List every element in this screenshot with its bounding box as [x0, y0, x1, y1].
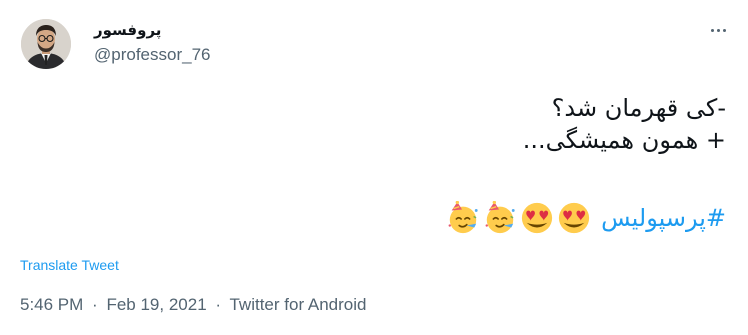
display-name[interactable]: پروفسور	[94, 20, 161, 40]
tweet-text-line: -کی قهرمان شد؟	[551, 94, 726, 122]
tweet-text-line: + همون همیشگی...	[522, 126, 726, 154]
tweet-source-link[interactable]: Twitter for Android	[229, 295, 366, 314]
tweet-time[interactable]: 5:46 PM	[20, 295, 83, 314]
more-options-icon	[710, 28, 714, 32]
tweet-text: -کی قهرمان شد؟ + همون همیشگی...	[46, 92, 726, 156]
more-options-button[interactable]	[706, 20, 730, 40]
hashtag-line: #پرسپولیس	[446, 198, 726, 238]
tweet-meta: 5:46 PM · Feb 19, 2021 · Twitter for And…	[20, 294, 367, 316]
meta-separator: ·	[215, 295, 222, 314]
partying-face-icon	[448, 201, 478, 234]
avatar-image	[21, 19, 71, 69]
partying-face-icon	[485, 201, 515, 234]
avatar[interactable]	[21, 19, 71, 69]
emoji-group	[446, 201, 591, 235]
heart-eyes-face-icon	[521, 202, 553, 234]
meta-separator: ·	[92, 295, 98, 314]
heart-eyes-face-icon	[558, 202, 590, 234]
hashtag-link[interactable]: #پرسپولیس	[601, 198, 726, 238]
translate-tweet-link[interactable]: Translate Tweet	[20, 256, 119, 274]
tweet: پروفسور @professor_76 -کی قهرمان شد؟ + ه…	[0, 0, 748, 335]
tweet-date[interactable]: Feb 19, 2021	[106, 295, 206, 314]
user-handle[interactable]: @professor_76	[94, 44, 211, 66]
